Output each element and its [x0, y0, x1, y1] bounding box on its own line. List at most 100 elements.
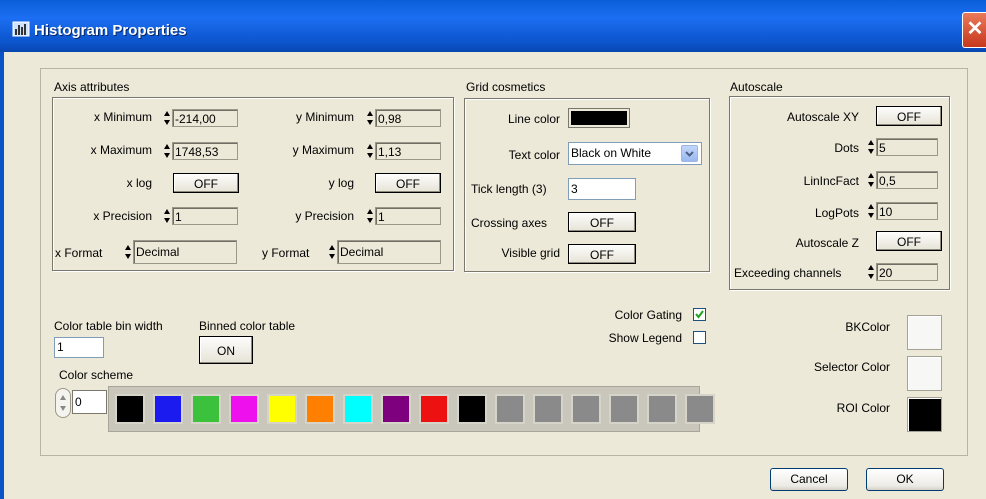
color-swatch[interactable] [533, 394, 563, 424]
show-legend-checkbox[interactable] [693, 331, 706, 344]
color-swatch[interactable] [647, 394, 677, 424]
checkmark-icon [695, 310, 704, 319]
x-minimum-label: x Minimum [93, 110, 152, 124]
roi-color-label: ROI Color [836, 401, 890, 415]
y-precision-field[interactable]: 1 [375, 207, 441, 225]
window-title: Histogram Properties [34, 22, 187, 39]
line-color-swatch [571, 111, 627, 125]
window-frame [0, 52, 4, 499]
dots-spinner[interactable] [867, 138, 875, 156]
y-format-field[interactable]: Decimal [337, 240, 441, 264]
x-log-label: x log [126, 176, 152, 190]
x-precision-label: x Precision [93, 209, 152, 223]
autoscale-xy-toggle[interactable]: OFF [876, 106, 942, 126]
binned-color-table-toggle[interactable]: ON [199, 336, 253, 364]
bkcolor-label: BKColor [845, 320, 890, 334]
y-precision-spinner[interactable] [366, 207, 374, 225]
text-color-value: Black on White [571, 146, 652, 160]
axis-group-title: Axis attributes [54, 80, 130, 94]
color-swatch[interactable] [191, 394, 221, 424]
exceeding-channels-field[interactable]: 20 [876, 263, 938, 281]
bin-width-label: Color table bin width [54, 319, 163, 333]
lininc-field[interactable]: 0,5 [876, 171, 938, 189]
color-swatch[interactable] [685, 394, 715, 424]
color-scheme-field[interactable]: 0 [72, 390, 107, 414]
bin-width-field[interactable]: 1 [54, 337, 104, 358]
color-swatch[interactable] [305, 394, 335, 424]
y-maximum-label: y Maximum [292, 143, 354, 157]
y-log-label: y log [328, 176, 354, 190]
x-maximum-spinner[interactable] [163, 142, 171, 160]
color-swatch[interactable] [267, 394, 297, 424]
x-minimum-spinner[interactable] [163, 109, 171, 127]
exceeding-channels-label: Exceeding channels [734, 266, 842, 280]
color-swatch[interactable] [457, 394, 487, 424]
color-swatch[interactable] [229, 394, 259, 424]
color-swatch[interactable] [609, 394, 639, 424]
close-icon: ✕ [966, 18, 984, 40]
y-minimum-field[interactable]: 0,98 [375, 109, 441, 127]
selector-color-picker[interactable] [907, 356, 942, 391]
selector-color-label: Selector Color [813, 360, 890, 374]
spinner-arrows-icon [60, 395, 66, 411]
y-format-label: y Format [262, 246, 310, 260]
x-minimum-field[interactable]: -214,00 [172, 109, 238, 127]
title-bar: Histogram Properties ✕ [0, 0, 986, 52]
grid-group-title: Grid cosmetics [466, 80, 546, 94]
exceeding-channels-spinner[interactable] [867, 263, 875, 281]
color-gating-label: Color Gating [614, 308, 682, 322]
y-maximum-field[interactable]: 1,13 [375, 142, 441, 160]
bkcolor-picker[interactable] [907, 315, 942, 350]
lininc-spinner[interactable] [867, 171, 875, 189]
x-format-label: x Format [55, 246, 103, 260]
ok-button[interactable]: OK [866, 468, 944, 491]
tick-length-field[interactable]: 3 [568, 178, 636, 200]
app-icon [12, 21, 30, 37]
color-swatch[interactable] [495, 394, 525, 424]
chevron-down-icon [685, 151, 694, 157]
y-maximum-spinner[interactable] [366, 142, 374, 160]
autoscale-group-title: Autoscale [730, 80, 783, 94]
y-log-toggle[interactable]: OFF [375, 173, 441, 193]
crossing-axes-toggle[interactable]: OFF [568, 212, 636, 232]
close-button[interactable]: ✕ [962, 12, 986, 48]
logpots-spinner[interactable] [867, 202, 875, 220]
color-swatch[interactable] [115, 394, 145, 424]
dots-label: Dots [834, 141, 859, 155]
y-minimum-spinner[interactable] [366, 109, 374, 127]
x-log-toggle[interactable]: OFF [173, 173, 239, 193]
x-precision-spinner[interactable] [163, 207, 171, 225]
color-swatch[interactable] [153, 394, 183, 424]
color-swatch[interactable] [571, 394, 601, 424]
lininc-label: LinIncFact [803, 174, 859, 188]
color-gating-checkbox[interactable] [693, 308, 706, 321]
roi-color-picker[interactable] [907, 397, 942, 432]
tick-length-label: Tick length (3) [471, 182, 547, 196]
color-swatch[interactable] [343, 394, 373, 424]
autoscale-xy-label: Autoscale XY [786, 110, 859, 124]
x-format-field[interactable]: Decimal [133, 240, 237, 264]
color-swatch[interactable] [381, 394, 411, 424]
cancel-button[interactable]: Cancel [770, 468, 848, 491]
y-format-spinner[interactable] [328, 243, 336, 261]
y-minimum-label: y Minimum [295, 110, 354, 124]
crossing-axes-label: Crossing axes [471, 216, 548, 230]
logpots-field[interactable]: 10 [876, 202, 938, 220]
x-precision-field[interactable]: 1 [172, 207, 238, 225]
dots-field[interactable]: 5 [876, 138, 938, 156]
x-format-spinner[interactable] [124, 243, 132, 261]
text-color-label: Text color [508, 148, 560, 162]
line-color-label: Line color [507, 112, 560, 126]
color-swatch[interactable] [419, 394, 449, 424]
color-scheme-spinner[interactable] [55, 388, 71, 418]
x-maximum-field[interactable]: 1748,53 [172, 142, 238, 160]
y-precision-label: y Precision [295, 209, 354, 223]
x-maximum-label: x Maximum [90, 143, 152, 157]
text-color-dropdown[interactable] [681, 145, 698, 162]
line-color-picker[interactable] [568, 108, 630, 128]
visible-grid-label: Visible grid [501, 246, 560, 260]
color-scheme-label: Color scheme [59, 368, 134, 382]
show-legend-label: Show Legend [608, 331, 682, 345]
autoscale-z-toggle[interactable]: OFF [876, 231, 942, 251]
visible-grid-toggle[interactable]: OFF [568, 244, 636, 264]
